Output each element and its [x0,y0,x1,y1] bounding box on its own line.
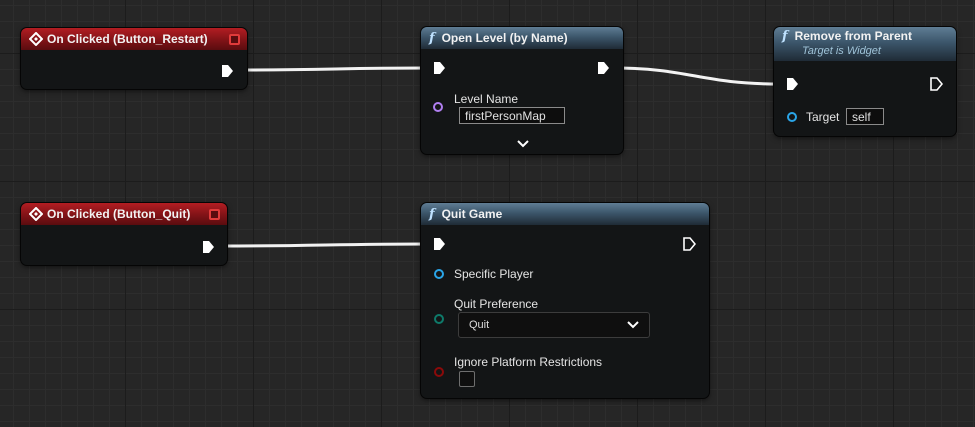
node-quit-game[interactable]: f Quit Game Specific Player Quit Prefere… [421,203,709,398]
delegate-pin-icon[interactable] [229,34,240,45]
exec-out-pin-icon[interactable] [683,237,696,251]
level-name-pin-icon[interactable] [433,102,443,112]
node-title: Open Level (by Name) [441,31,568,45]
function-icon: f [429,206,435,222]
exec-in-pin-icon[interactable] [433,61,446,75]
quit-preference-pin-icon[interactable] [434,314,444,324]
node-title: Remove from Parent [794,29,912,43]
node-title: On Clicked (Button_Restart) [47,32,208,46]
specific-player-pin-icon[interactable] [434,269,444,279]
node-title: On Clicked (Button_Quit) [47,207,191,221]
quit-preference-label: Quit Preference [454,297,539,311]
chevron-down-icon [627,321,639,329]
exec-out-pin-icon[interactable] [221,64,234,78]
event-diamond-icon [29,32,43,46]
wire-restart-to-openlevel [239,66,426,72]
chevron-down-icon[interactable] [516,139,530,149]
target-label: Target [806,110,840,124]
delegate-pin-icon[interactable] [209,209,220,220]
node-header[interactable]: f Quit Game [421,203,709,225]
wire-quit-to-quitgame [219,242,426,248]
node-on-clicked-quit[interactable]: On Clicked (Button_Quit) [21,203,227,265]
node-open-level[interactable]: f Open Level (by Name) Level Name firstP… [421,27,623,154]
node-header[interactable]: On Clicked (Button_Restart) [21,28,247,50]
ignore-platform-pin-icon[interactable] [434,367,444,377]
node-header[interactable]: f Remove from Parent Target is Widget [774,27,956,61]
quit-preference-value: Quit [469,319,490,331]
wire-openlevel-to-remove [612,66,781,86]
exec-in-pin-icon[interactable] [433,237,446,251]
node-header[interactable]: On Clicked (Button_Quit) [21,203,227,225]
node-on-clicked-restart[interactable]: On Clicked (Button_Restart) [21,28,247,89]
target-input[interactable]: self [846,108,884,125]
function-icon: f [429,30,435,46]
node-remove-from-parent[interactable]: f Remove from Parent Target is Widget Ta… [774,27,956,136]
ignore-platform-checkbox[interactable] [459,371,475,387]
exec-out-pin-icon[interactable] [202,240,215,254]
node-header[interactable]: f Open Level (by Name) [421,27,623,49]
event-diamond-icon [29,207,43,221]
level-name-input[interactable]: firstPersonMap [459,107,565,124]
exec-out-pin-icon[interactable] [930,77,943,91]
level-name-label: Level Name [454,92,519,106]
specific-player-label: Specific Player [454,267,534,281]
quit-preference-dropdown[interactable]: Quit [458,312,650,338]
target-pin-icon[interactable] [787,112,797,122]
exec-in-pin-icon[interactable] [786,77,799,91]
node-title: Quit Game [441,207,503,221]
exec-out-pin-icon[interactable] [597,61,610,75]
function-icon: f [782,29,788,44]
ignore-platform-label: Ignore Platform Restrictions [454,355,603,369]
node-subtitle: Target is Widget [802,45,881,57]
